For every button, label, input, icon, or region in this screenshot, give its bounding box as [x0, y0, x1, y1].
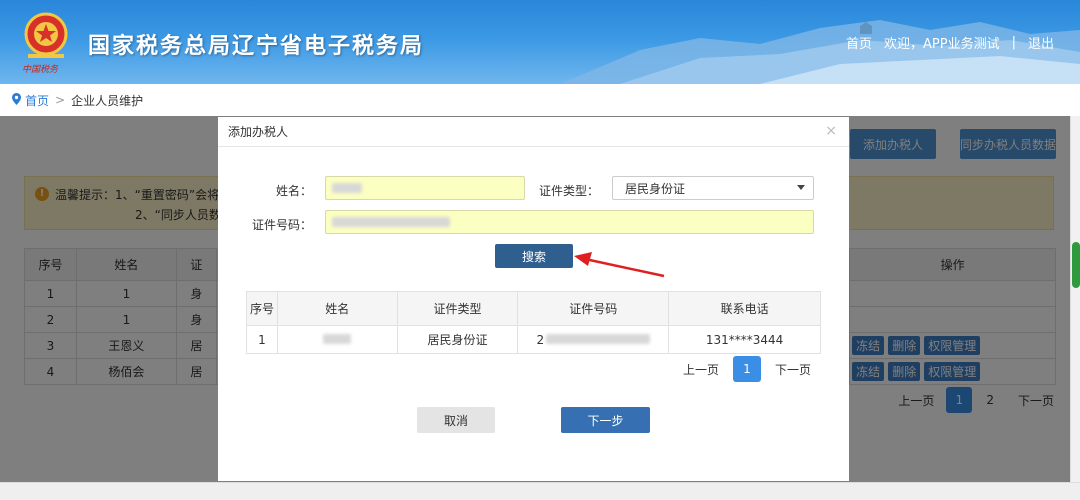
breadcrumb-home[interactable]: 首页	[25, 92, 49, 109]
site-title: 国家税务总局辽宁省电子税务局	[88, 34, 425, 59]
cell-no: 1	[246, 325, 278, 354]
welcome-text: 欢迎，APP业务测试	[884, 37, 1000, 52]
id-type-value: 居民身份证	[625, 181, 686, 196]
logout-link[interactable]: 退出	[1028, 33, 1054, 52]
id-type-label: 证件类型：	[538, 184, 599, 198]
prev-page[interactable]: 上一页	[683, 361, 719, 378]
search-result-table: 序号 姓名 证件类型 证件号码 联系电话 1 居民身份证 2 131****34…	[246, 291, 821, 354]
id-no-input[interactable]	[325, 210, 814, 234]
id-prefix: 2	[536, 332, 545, 347]
col-header: 姓名	[276, 291, 398, 326]
dialog-title: 添加办税人	[228, 125, 289, 139]
cancel-button[interactable]: 取消	[417, 407, 495, 433]
name-input[interactable]	[325, 176, 525, 200]
chevron-down-icon	[797, 185, 805, 190]
top-links: 首页 欢迎，APP业务测试 | 退出	[846, 33, 1054, 52]
scrollbar-thumb[interactable]	[1072, 242, 1080, 288]
breadcrumb-current: 企业人员维护	[71, 93, 144, 108]
redacted-text	[332, 217, 450, 227]
col-header: 联系电话	[668, 291, 821, 326]
col-header: 证件号码	[517, 291, 670, 326]
bottom-bar	[0, 482, 1080, 500]
cell-name	[276, 325, 398, 354]
page-1[interactable]: 1	[732, 356, 761, 382]
home-link[interactable]: 首页	[846, 33, 872, 52]
breadcrumb: 首页 > 企业人员维护	[0, 84, 1080, 116]
add-taxpayer-dialog: 添加办税人 × 姓名： 证件类型： 居民身份证 证件号码： 搜索 序号 姓名 证…	[218, 117, 849, 481]
search-button[interactable]: 搜索	[495, 244, 573, 268]
site-header: 中国税务 国家税务总局辽宁省电子税务局 首页 欢迎，APP业务测试 | 退出	[0, 0, 1080, 84]
id-no-label: 证件号码：	[251, 218, 312, 232]
redacted-text	[332, 183, 362, 193]
cell-id-type: 居民身份证	[396, 325, 519, 354]
id-type-select[interactable]: 居民身份证	[612, 176, 814, 200]
next-step-button[interactable]: 下一步	[561, 407, 650, 433]
location-pin-icon	[12, 92, 21, 108]
dialog-header: 添加办税人 ×	[218, 117, 849, 147]
dialog-pager: 上一页 1 下一页	[683, 356, 811, 382]
scrollbar[interactable]	[1070, 116, 1080, 482]
close-icon[interactable]: ×	[825, 123, 837, 139]
cell-id-no: 2	[517, 325, 670, 354]
name-label: 姓名：	[275, 184, 312, 198]
breadcrumb-separator: >	[55, 93, 66, 107]
col-header: 序号	[246, 291, 278, 326]
table-row[interactable]: 1 居民身份证 2 131****3444	[246, 325, 821, 354]
next-page[interactable]: 下一页	[775, 361, 811, 378]
emblem-caption: 中国税务	[22, 65, 59, 75]
separator: |	[1011, 35, 1016, 50]
col-header: 证件类型	[396, 291, 519, 326]
cell-phone: 131****3444	[668, 325, 821, 354]
